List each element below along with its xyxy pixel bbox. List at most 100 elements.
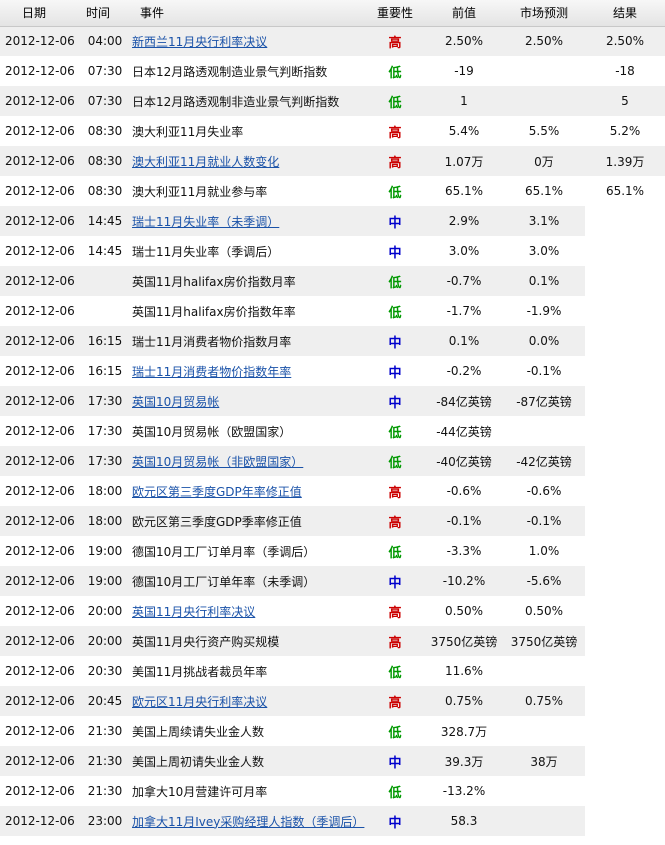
table-row: 2012-12-06 14:45 瑞士11月失业率（季调后）中 3.0% 3.0%	[0, 236, 665, 266]
row-time: 07:30	[80, 56, 130, 86]
row-event: 澳大利亚11月就业人数变化	[130, 146, 365, 176]
row-event: 瑞士11月消费者物价指数月率	[130, 326, 365, 356]
event-link[interactable]: 新西兰11月央行利率决议	[132, 35, 267, 49]
row-time: 21:30	[80, 776, 130, 806]
row-previous: -84亿英镑	[425, 386, 503, 416]
event-link[interactable]: 澳大利亚11月就业人数变化	[132, 155, 279, 169]
row-date: 2012-12-06	[0, 476, 80, 506]
table-row: 2012-12-06 18:00 欧元区第三季度GDP年率修正值高 -0.6% -0.6…	[0, 476, 665, 506]
table-row: 2012-12-06 07:30 日本12月路透观制非造业景气判断指数 低 1 5	[0, 86, 665, 116]
row-event: 加拿大11月Ivey采购经理人指数（季调后）	[130, 806, 365, 836]
table-row: 2012-12-06 04:00 新西兰11月央行利率决议高 2.50% 2.50% 2.…	[0, 26, 665, 56]
row-time: 19:00	[80, 536, 130, 566]
event-text: 德国10月工厂订单年率（未季调）	[132, 574, 316, 589]
row-event: 瑞士11月失业率（季调后）	[130, 236, 365, 266]
row-time: 17:30	[80, 416, 130, 446]
row-date: 2012-12-06	[0, 236, 80, 266]
row-time	[80, 296, 130, 326]
event-link[interactable]: 瑞士11月消费者物价指数年率	[132, 365, 291, 379]
row-previous: 1	[425, 86, 503, 116]
row-event: 英国10月贸易帐（非欧盟国家）	[130, 446, 365, 476]
table-row: 2012-12-06 19:00 德国10月工厂订单月率（季调后） 低 -3.3% 1.0…	[0, 536, 665, 566]
event-link[interactable]: 英国10月贸易帐（非欧盟国家）	[132, 455, 303, 469]
row-actual: -18	[585, 56, 665, 86]
table-row: 2012-12-06 07:30 日本12月路透观制造业景气判断指数 低 -19 -18	[0, 56, 665, 86]
table-row: 2012-12-06 18:00 欧元区第三季度GDP季率修正值高 -0.1% -0.1…	[0, 506, 665, 536]
importance-low: 低	[365, 416, 425, 446]
event-link[interactable]: 欧元区11月央行利率决议	[132, 695, 267, 709]
row-time: 20:30	[80, 656, 130, 686]
row-forecast: 0.0%	[503, 326, 585, 356]
row-forecast: 3.1%	[503, 206, 585, 236]
row-date: 2012-12-06	[0, 596, 80, 626]
event-text: 澳大利亚11月就业参与率	[132, 184, 268, 199]
row-actual	[585, 386, 665, 416]
row-previous: 39.3万	[425, 746, 503, 776]
column-header-time: 时间	[80, 0, 130, 27]
row-time: 14:45	[80, 236, 130, 266]
row-time: 17:30	[80, 446, 130, 476]
row-forecast: -0.6%	[503, 476, 585, 506]
table-row: 2012-12-06 21:30 美国上周续请失业金人数 低 328.7万	[0, 716, 665, 746]
row-date: 2012-12-06	[0, 806, 80, 836]
row-date: 2012-12-06	[0, 26, 80, 56]
event-text: 澳大利亚11月失业率	[132, 124, 244, 139]
row-forecast: -42亿英镑	[503, 446, 585, 476]
row-time: 08:30	[80, 116, 130, 146]
row-actual	[585, 506, 665, 536]
column-header-actual: 结果	[585, 0, 665, 27]
row-time: 23:00	[80, 806, 130, 836]
event-link[interactable]: 加拿大11月Ivey采购经理人指数（季调后）	[132, 815, 364, 829]
importance-low: 低	[365, 446, 425, 476]
event-text: 美国11月挑战者裁员年率	[132, 664, 268, 679]
event-link[interactable]: 英国10月贸易帐	[132, 395, 219, 409]
row-event: 澳大利亚11月就业参与率	[130, 176, 365, 206]
event-link[interactable]: 欧元区第三季度GDP年率修正值	[132, 485, 302, 499]
row-actual	[585, 806, 665, 836]
importance-low: 低	[365, 56, 425, 86]
row-previous: 0.75%	[425, 686, 503, 716]
table-body: 2012-12-06 04:00 新西兰11月央行利率决议高 2.50% 2.50% 2.…	[0, 26, 665, 836]
table-row: 2012-12-06 20:30 美国11月挑战者裁员年率 低 11.6%	[0, 656, 665, 686]
row-actual	[585, 416, 665, 446]
event-link[interactable]: 瑞士11月失业率（未季调）	[132, 215, 279, 229]
row-previous: -40亿英镑	[425, 446, 503, 476]
table-row: 2012-12-06 20:45 欧元区11月央行利率决议高 0.75% 0.75%	[0, 686, 665, 716]
column-header-date: 日期	[0, 0, 80, 27]
row-actual	[585, 206, 665, 236]
row-date: 2012-12-06	[0, 296, 80, 326]
row-forecast	[503, 776, 585, 806]
event-link[interactable]: 英国11月央行利率决议	[132, 605, 255, 619]
row-event: 英国11月halifax房价指数年率	[130, 296, 365, 326]
importance-mid: 中	[365, 326, 425, 356]
row-previous: -44亿英镑	[425, 416, 503, 446]
row-date: 2012-12-06	[0, 146, 80, 176]
row-time: 08:30	[80, 176, 130, 206]
table-row: 2012-12-06 17:30 英国10月贸易帐（欧盟国家） 低 -44亿英镑	[0, 416, 665, 446]
row-date: 2012-12-06	[0, 326, 80, 356]
row-previous: -1.7%	[425, 296, 503, 326]
row-event: 美国11月挑战者裁员年率	[130, 656, 365, 686]
row-previous: 0.1%	[425, 326, 503, 356]
row-previous: -0.6%	[425, 476, 503, 506]
row-actual	[585, 716, 665, 746]
row-event: 欧元区第三季度GDP年率修正值	[130, 476, 365, 506]
row-previous: 328.7万	[425, 716, 503, 746]
importance-mid: 中	[365, 356, 425, 386]
row-date: 2012-12-06	[0, 566, 80, 596]
row-actual	[585, 596, 665, 626]
row-previous: -0.7%	[425, 266, 503, 296]
importance-high: 高	[365, 146, 425, 176]
row-actual: 5	[585, 86, 665, 116]
importance-low: 低	[365, 176, 425, 206]
row-previous: 3.0%	[425, 236, 503, 266]
row-event: 日本12月路透观制造业景气判断指数	[130, 56, 365, 86]
importance-high: 高	[365, 476, 425, 506]
row-forecast: 38万	[503, 746, 585, 776]
row-event: 欧元区第三季度GDP季率修正值	[130, 506, 365, 536]
row-actual	[585, 266, 665, 296]
row-previous: -13.2%	[425, 776, 503, 806]
importance-mid: 中	[365, 566, 425, 596]
row-previous: 2.9%	[425, 206, 503, 236]
row-time: 21:30	[80, 716, 130, 746]
